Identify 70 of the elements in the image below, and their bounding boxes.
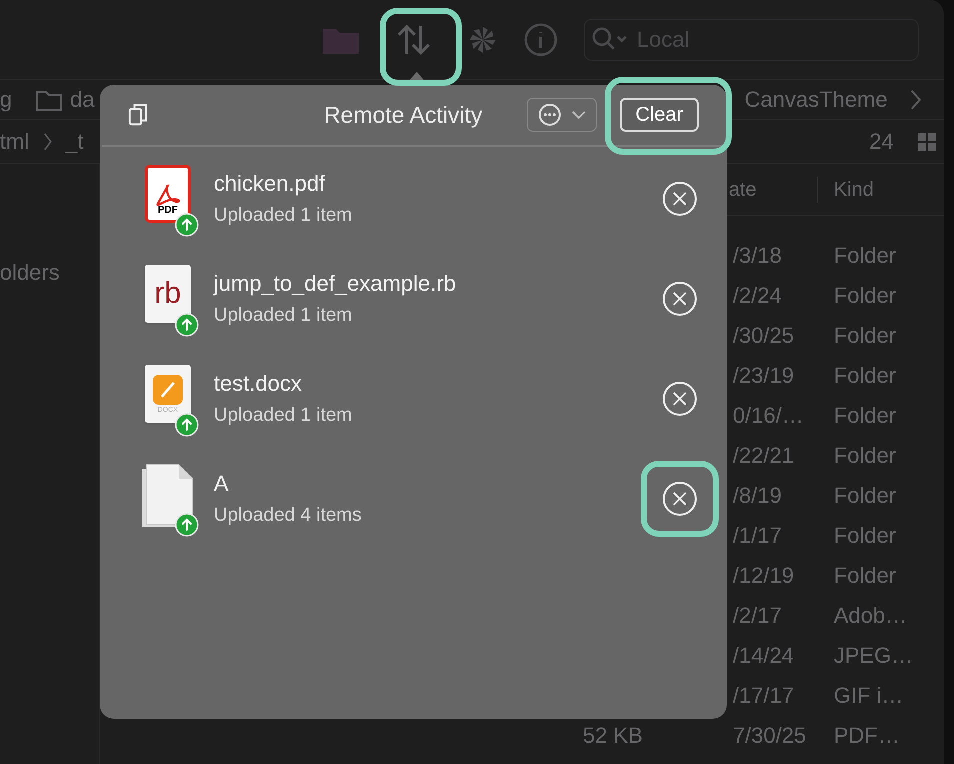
remove-button[interactable] [663, 382, 697, 416]
item-count: 24 [870, 128, 894, 156]
date-cell-text: /30/25 [733, 322, 796, 350]
ellipsis-circle-icon [538, 103, 562, 127]
size-cell-text: 52 KB [583, 722, 644, 750]
date-cell-text: /2/17 [733, 602, 783, 630]
date-cell-text: /14/24 [733, 642, 796, 670]
filter-dropdown[interactable] [526, 98, 597, 132]
date-cell-text: 0/16/… [733, 402, 805, 430]
upload-badge-icon [175, 413, 199, 437]
path-item[interactable]: da [70, 83, 95, 116]
kind-cell-text: Folder [834, 482, 896, 510]
file-name: chicken.pdf [214, 170, 326, 198]
copy-icon[interactable] [128, 103, 150, 127]
kind-cell-text: JPEG… [834, 642, 914, 670]
date-cell-text: /3/18 [733, 242, 783, 270]
breadcrumb-item[interactable]: _t [65, 125, 84, 158]
breadcrumb-item[interactable]: tml [0, 125, 30, 158]
close-icon [673, 392, 687, 406]
date-cell-text: /22/21 [733, 442, 796, 470]
date-cell-text: /8/19 [733, 482, 783, 510]
upload-status: Uploaded 4 items [214, 504, 363, 528]
popover-title: Remote Activity [324, 100, 484, 130]
column-header[interactable]: Kind [834, 174, 874, 204]
grid-view-icon[interactable] [918, 132, 936, 150]
chevron-right-icon[interactable] [910, 88, 922, 110]
sidebar-item[interactable]: olders [0, 256, 99, 289]
date-cell-text: /17/17 [733, 682, 796, 710]
kind-cell-text: Adob… [834, 602, 908, 630]
kind-cell-text: Folder [834, 322, 896, 350]
path-item[interactable]: CanvasTheme [744, 83, 888, 116]
upload-status: Uploaded 1 item [214, 404, 354, 428]
remove-button[interactable] [663, 182, 697, 216]
date-cell-text: 7/30/25 [733, 722, 808, 750]
kind-cell-text: Folder [834, 442, 896, 470]
date-cell-text: /1/17 [733, 522, 783, 550]
upload-status: Uploaded 1 item [214, 304, 354, 328]
ruby-file-icon: rb [145, 265, 191, 323]
kind-cell-text: Folder [834, 282, 896, 310]
kind-cell-text: Folder [834, 362, 896, 390]
upload-badge-icon [175, 513, 199, 537]
kind-cell-text: Folder [834, 522, 896, 550]
date-cell-text: /12/19 [733, 562, 796, 590]
remove-button[interactable] [663, 282, 697, 316]
kind-cell-text: Folder [834, 402, 896, 430]
file-name: A [214, 470, 230, 498]
kind-cell-text: PDF… [834, 722, 900, 750]
file-name: test.docx [214, 370, 304, 398]
acrobat-icon [155, 184, 181, 206]
kind-cell-text: GIF i… [834, 682, 904, 710]
upload-badge-icon [175, 313, 199, 337]
up-down-arrows-icon [397, 24, 431, 56]
column-header[interactable]: ate [729, 174, 817, 204]
clear-button[interactable]: Clear [620, 98, 699, 132]
search-icon [592, 26, 628, 52]
file-type-label: PDF [158, 206, 178, 216]
file-name: jump_to_def_example.rb [214, 270, 458, 298]
close-icon [673, 492, 687, 506]
remove-button[interactable] [663, 482, 697, 516]
document-stack-icon [140, 463, 196, 529]
date-cell-text: /2/24 [733, 282, 783, 310]
kind-cell-text: Folder [834, 562, 896, 590]
date-cell-text: /23/19 [733, 362, 796, 390]
kind-cell-text: Folder [834, 242, 896, 270]
close-icon [673, 192, 687, 206]
path-item[interactable]: g [0, 83, 12, 116]
folder-icon [36, 88, 62, 110]
close-icon [673, 292, 687, 306]
upload-status: Uploaded 1 item [214, 204, 354, 228]
chevron-down-icon [572, 110, 586, 120]
